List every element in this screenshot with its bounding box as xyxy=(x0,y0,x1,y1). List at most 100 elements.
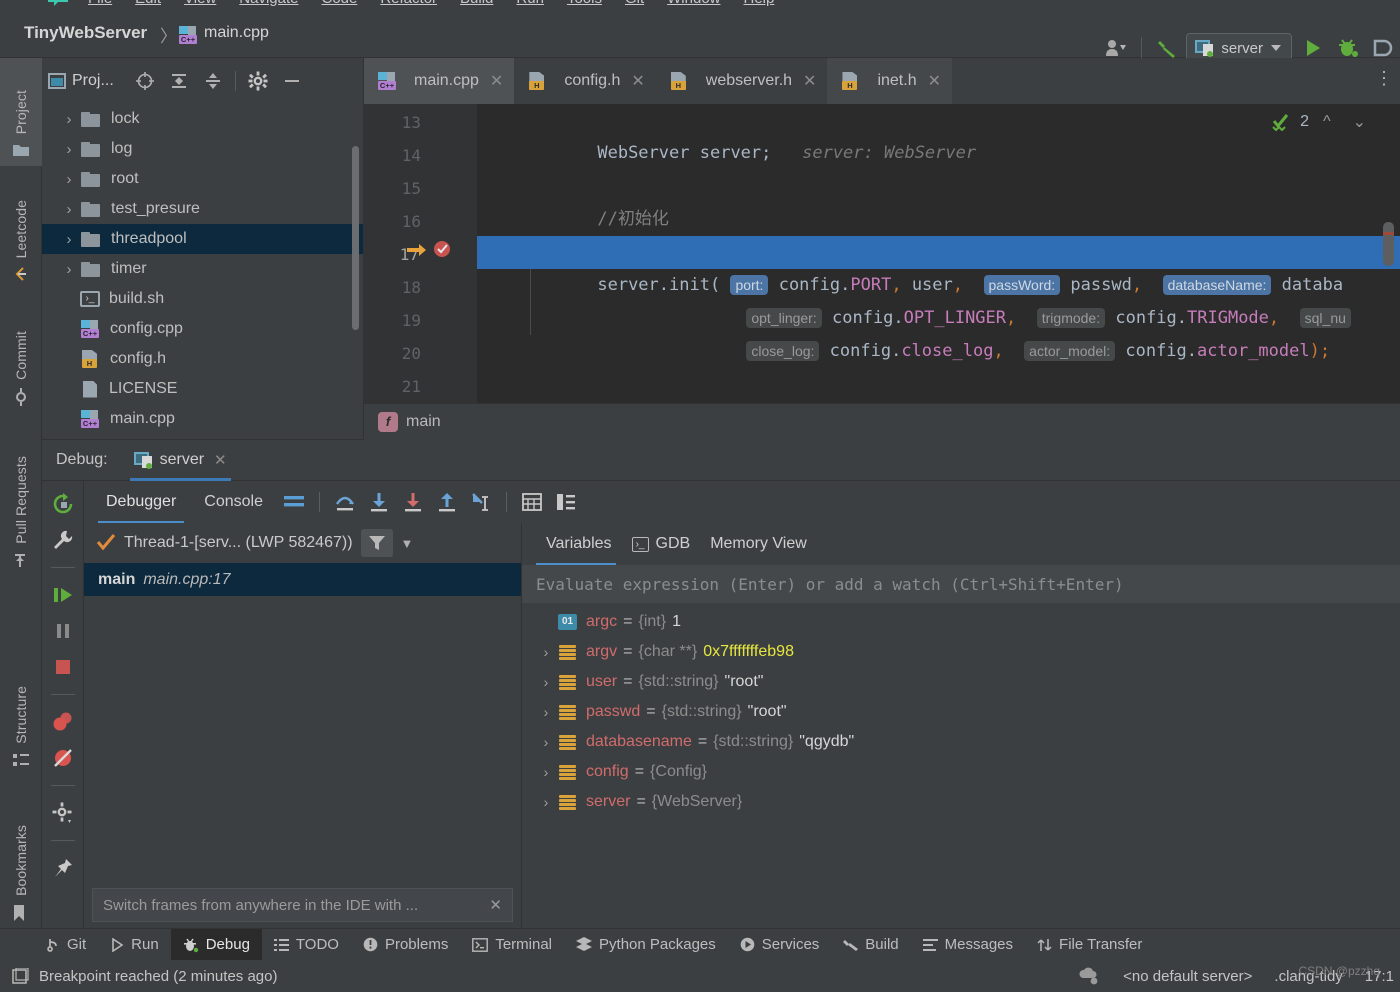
step-into-icon[interactable] xyxy=(362,487,396,517)
close-icon[interactable]: ✕ xyxy=(803,71,816,91)
tab-variables[interactable]: Variables xyxy=(536,523,622,565)
sidebar-item-project[interactable]: Project xyxy=(0,58,42,166)
bottom-item-messages[interactable]: Messages xyxy=(911,929,1025,961)
chevron-down-icon[interactable]: ▼ xyxy=(401,536,414,551)
step-out-icon[interactable] xyxy=(430,487,464,517)
breadcrumb-function[interactable]: main xyxy=(406,413,441,431)
variable-row-passwd[interactable]: › passwd = {std::string} "root" xyxy=(522,697,1400,727)
evaluate-icon[interactable] xyxy=(515,487,549,517)
variable-row-databasename[interactable]: › databasename = {std::string} "qgydb" xyxy=(522,727,1400,757)
close-icon[interactable]: ✕ xyxy=(214,451,227,469)
run-to-cursor-icon[interactable] xyxy=(464,487,498,517)
bottom-item-python-packages[interactable]: Python Packages xyxy=(564,929,728,961)
chevron-right-icon[interactable]: › xyxy=(534,704,558,720)
menu-item-navigate[interactable]: Navigate xyxy=(239,0,298,7)
filter-icon[interactable] xyxy=(360,529,393,557)
chevron-right-icon[interactable]: › xyxy=(58,261,80,278)
default-server-label[interactable]: <no default server> xyxy=(1123,968,1252,985)
debug-session-tab-server[interactable]: server ✕ xyxy=(122,440,239,481)
project-tree-scrollbar[interactable] xyxy=(352,146,359,330)
tab-memory-view[interactable]: Memory View xyxy=(700,523,817,565)
view-breakpoints-icon[interactable] xyxy=(50,709,76,735)
breadcrumb-project[interactable]: TinyWebServer xyxy=(24,23,147,43)
more-vertical-icon[interactable]: ⋮ xyxy=(1375,68,1394,89)
error-stripe-marker[interactable] xyxy=(1383,232,1394,235)
expand-all-icon[interactable] xyxy=(162,66,196,96)
editor-tab-inet-h[interactable]: H inet.h ✕ xyxy=(827,58,952,104)
tree-item-lock[interactable]: › lock xyxy=(42,104,363,134)
menu-item-run[interactable]: Run xyxy=(516,0,544,7)
project-panel-title[interactable]: Proj... xyxy=(72,72,114,90)
tree-item-root[interactable]: › root xyxy=(42,164,363,194)
gear-icon[interactable] xyxy=(241,66,275,96)
variable-row-config[interactable]: › config = {Config} xyxy=(522,757,1400,787)
tree-item-timer[interactable]: › timer xyxy=(42,254,363,284)
pause-icon[interactable] xyxy=(50,618,76,644)
menu-item-build[interactable]: Build xyxy=(460,0,493,7)
sidebar-item-commit[interactable]: Commit xyxy=(0,294,42,412)
menu-item-view[interactable]: View xyxy=(184,0,216,7)
chevron-right-icon[interactable]: › xyxy=(534,734,558,750)
editor-vertical-scrollbar[interactable] xyxy=(1383,222,1394,266)
chevron-right-icon[interactable]: › xyxy=(534,764,558,780)
force-step-into-icon[interactable] xyxy=(396,487,430,517)
variable-row-user[interactable]: › user = {std::string} "root" xyxy=(522,667,1400,697)
menu-items[interactable]: File Edit View Navigate Code Refactor Bu… xyxy=(88,0,774,7)
bottom-item-debug[interactable]: Debug xyxy=(170,928,262,961)
debug-settings-icon[interactable] xyxy=(50,800,76,826)
status-message-area[interactable]: Breakpoint reached (2 minutes ago) xyxy=(0,967,277,985)
code-editor[interactable]: 13 14 15 16 17 18 19 20 21 WebServer ser… xyxy=(364,104,1400,440)
sidebar-item-leetcode[interactable]: Leetcode xyxy=(0,170,42,290)
tree-item-build-sh[interactable]: › ›_ build.sh xyxy=(42,284,363,314)
bottom-item-todo[interactable]: TODO xyxy=(262,929,351,961)
close-icon[interactable]: ✕ xyxy=(631,71,644,91)
menu-item-file[interactable]: File xyxy=(88,0,112,7)
tree-item-license[interactable]: › LICENSE xyxy=(42,374,363,404)
step-over-icon[interactable] xyxy=(328,487,362,517)
thread-selector[interactable]: Thread-1-[serv... (LWP 582467)) ▼ xyxy=(84,523,521,563)
locate-icon[interactable] xyxy=(128,66,162,96)
sidebar-item-bookmarks[interactable]: Bookmarks xyxy=(0,780,42,928)
breadcrumb-file[interactable]: main.cpp xyxy=(204,24,269,42)
chevron-up-icon[interactable]: ^ xyxy=(1315,113,1331,131)
chevron-right-icon[interactable]: › xyxy=(58,171,80,188)
sidebar-item-pull-requests[interactable]: Pull Requests xyxy=(0,416,42,576)
breakpoint-icon[interactable] xyxy=(432,238,454,260)
inspections-widget[interactable]: 2 ^ ⌄ xyxy=(1272,112,1366,132)
variable-row-argc[interactable]: › 01 argc = {int} 1 xyxy=(522,607,1400,637)
show-frames-icon[interactable] xyxy=(549,487,583,517)
pin-icon[interactable] xyxy=(50,855,76,881)
tree-item-config-cpp[interactable]: › C++ config.cpp xyxy=(42,314,363,344)
rerun-icon[interactable] xyxy=(50,491,76,517)
tree-item-main-cpp[interactable]: › C++ main.cpp xyxy=(42,404,363,434)
chevron-right-icon[interactable]: › xyxy=(534,674,558,690)
bottom-item-run[interactable]: Run xyxy=(98,929,171,961)
variable-row-server[interactable]: › server = {WebServer} xyxy=(522,787,1400,817)
menu-item-tools[interactable]: Tools xyxy=(567,0,602,7)
tree-item-log[interactable]: › log xyxy=(42,134,363,164)
remote-host-icon[interactable] xyxy=(1079,966,1101,986)
close-icon[interactable]: ✕ xyxy=(489,896,502,914)
chevron-right-icon[interactable]: › xyxy=(58,201,80,218)
editor-tab-webserver-h[interactable]: H webserver.h ✕ xyxy=(656,58,828,104)
chevron-down-icon[interactable]: ⌄ xyxy=(1337,112,1366,132)
close-icon[interactable]: ✕ xyxy=(490,71,503,91)
evaluate-expression-input[interactable]: Evaluate expression (Enter) or add a wat… xyxy=(522,565,1400,603)
layout-icon[interactable] xyxy=(277,487,311,517)
minimize-icon[interactable] xyxy=(275,66,309,96)
chevron-right-icon[interactable]: › xyxy=(58,231,80,248)
chevron-right-icon[interactable]: › xyxy=(58,141,80,158)
sidebar-item-structure[interactable]: Structure xyxy=(0,648,42,776)
bottom-item-build[interactable]: Build xyxy=(831,929,910,961)
editor-tab-main-cpp[interactable]: C++ main.cpp ✕ xyxy=(364,58,515,104)
variable-row-argv[interactable]: › argv = {char **} 0x7fffffffeb98 xyxy=(522,637,1400,667)
variables-list[interactable]: › 01 argc = {int} 1 › argv = {char **} 0… xyxy=(522,603,1400,930)
project-tree[interactable]: › lock › log › root › test_presure › thr… xyxy=(42,104,363,440)
chevron-right-icon[interactable]: › xyxy=(534,794,558,810)
bottom-item-file-transfer[interactable]: File Transfer xyxy=(1025,929,1154,961)
menu-item-edit[interactable]: Edit xyxy=(135,0,161,7)
resume-icon[interactable] xyxy=(50,582,76,608)
settings-wrench-icon[interactable] xyxy=(50,527,76,553)
menu-item-refactor[interactable]: Refactor xyxy=(380,0,437,7)
chevron-right-icon[interactable]: › xyxy=(58,111,80,128)
